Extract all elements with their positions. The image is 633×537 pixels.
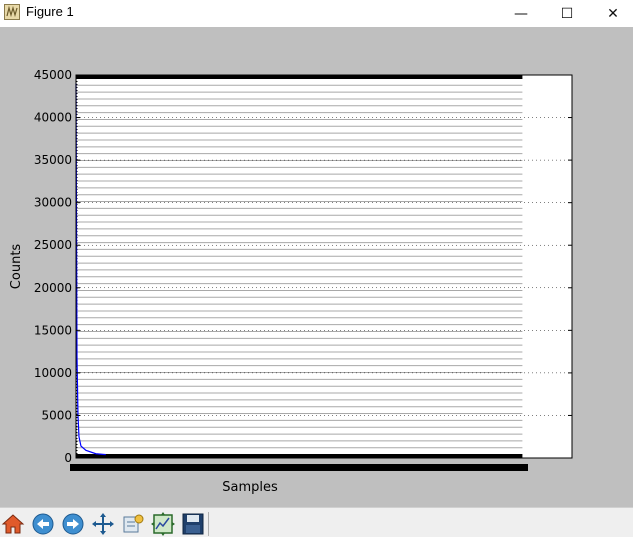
back-arrow-icon (32, 513, 54, 535)
y-tick-label: 20000 (34, 281, 72, 295)
y-tick-label: 15000 (34, 323, 72, 337)
back-button[interactable] (30, 511, 56, 537)
save-button[interactable] (180, 511, 206, 537)
pan-arrows-icon (92, 513, 114, 535)
figure-canvas[interactable]: 0 5000 10000 15000 20000 25000 30000 35000 40000… (0, 27, 633, 507)
forward-button[interactable] (60, 511, 86, 537)
forward-arrow-icon (62, 513, 84, 535)
x-tick-labels-smear (70, 464, 528, 471)
hlines-bottom-edge (76, 454, 523, 458)
floppy-disk-icon (182, 513, 204, 535)
x-axis-label: Samples (222, 480, 278, 495)
y-tick-label: 45000 (34, 68, 72, 82)
y-axis-label: Counts (9, 244, 24, 290)
y-tick-label: 25000 (34, 238, 72, 252)
subplots-icon (151, 512, 175, 536)
maximize-button[interactable]: ☐ (544, 0, 590, 27)
minimize-button[interactable]: — (498, 0, 544, 27)
home-icon (1, 514, 25, 534)
pan-button[interactable] (90, 511, 116, 537)
toolbar-separator (208, 512, 209, 536)
navigation-toolbar (0, 507, 633, 537)
zoom-button[interactable] (120, 511, 146, 537)
home-button[interactable] (0, 511, 26, 537)
close-button[interactable]: ✕ (590, 0, 633, 27)
plot-background (76, 75, 572, 458)
window-titlebar: Figure 1 — ☐ ✕ (0, 0, 633, 27)
y-tick-label: 5000 (41, 408, 72, 422)
window-title: Figure 1 (26, 4, 74, 19)
y-tick-label: 40000 (34, 111, 72, 125)
chart-svg: 0 5000 10000 15000 20000 25000 30000 35000 40000… (9, 68, 573, 495)
y-tick-label: 0 (64, 451, 72, 465)
matplotlib-figure-icon (4, 4, 20, 20)
y-tick-label: 30000 (34, 196, 72, 210)
y-tick-label: 35000 (34, 153, 72, 167)
y-tick-label: 10000 (34, 366, 72, 380)
configure-subplots-button[interactable] (150, 511, 176, 537)
hlines-top-edge (76, 75, 523, 79)
zoom-rect-icon (123, 514, 144, 533)
